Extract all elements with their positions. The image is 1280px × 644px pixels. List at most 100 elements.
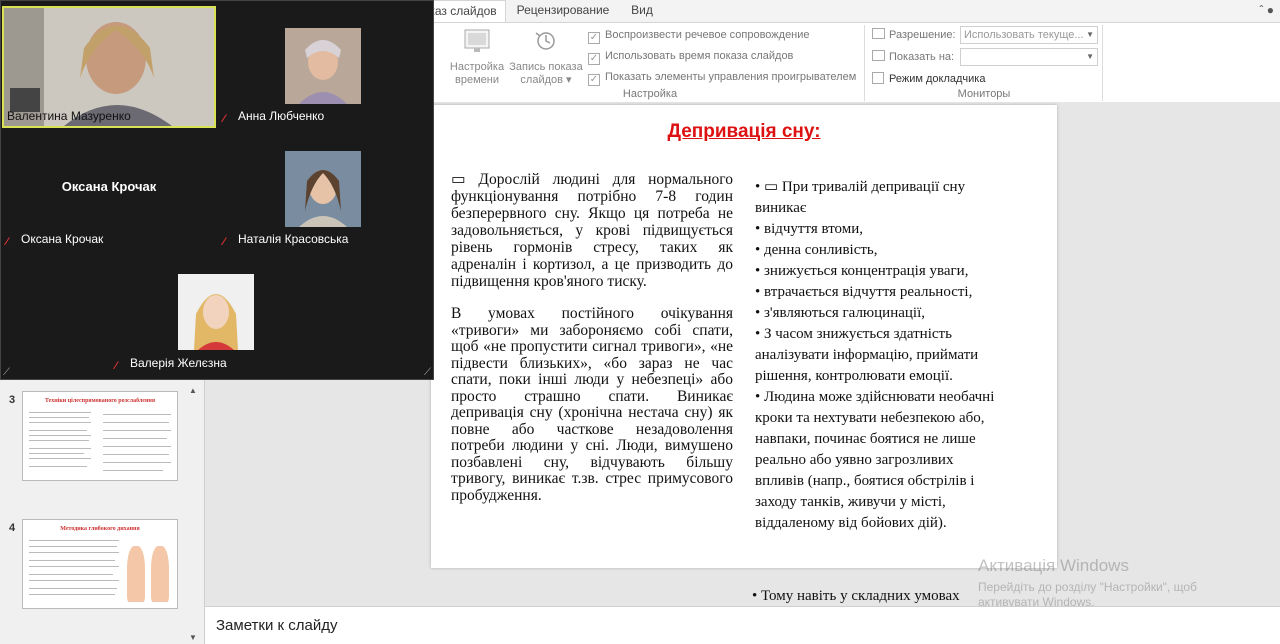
slide-right-line: • з'являються галюцинації,	[755, 305, 925, 321]
participant-avatar	[178, 274, 254, 350]
checkbox-box[interactable]	[872, 72, 884, 84]
record-slideshow-button[interactable]: Запись показа слайдов ▾	[508, 27, 584, 87]
notes-pane[interactable]: Заметки к слайду	[205, 606, 1280, 644]
participant-name: Анна Любченко	[238, 109, 325, 123]
checkbox-box[interactable]: ✓	[588, 32, 600, 44]
resize-handle-icon[interactable]: ⟋	[424, 367, 431, 378]
record-label-2: слайдов ▾	[520, 74, 572, 86]
show-on-dropdown[interactable]: ▼	[960, 48, 1098, 66]
checkbox-play-narrations[interactable]: ✓ Воспроизвести речевое сопровождение	[588, 26, 810, 44]
thumbnail-pane[interactable]: 3 Техніки цілеспрямованого розслаблення …	[0, 380, 205, 644]
participant-avatar	[285, 151, 361, 227]
thumbnail-number: 4	[9, 522, 16, 534]
thumbnail-text-line	[103, 414, 171, 415]
checkbox-box[interactable]: ✓	[588, 53, 600, 65]
thumbnail-scrollbar[interactable]: ▲ ▼	[187, 386, 201, 642]
participant-name: Валентина Мазуренко	[7, 109, 131, 123]
slide-right-line: • ▭ При тривалій депривації сну	[755, 179, 966, 195]
participant-avatar	[285, 28, 361, 104]
left-paragraph-2: В умовах постійного очікування «тривоги»…	[451, 305, 733, 504]
video-tile-anna[interactable]: ⁄ Анна Любченко	[219, 6, 433, 128]
slide-right-line: навпаки, починає боятися не лише	[755, 431, 976, 447]
checkbox-presenter-view[interactable]: Режим докладчика	[872, 69, 985, 89]
left-paragraph-1-text: Дорослій людині для нормального функціон…	[451, 171, 733, 290]
resize-handle-icon[interactable]: ⟋	[3, 367, 10, 378]
checkbox-label: Воспроизвести речевое сопровождение	[605, 29, 810, 41]
thumbnail-text-line	[29, 552, 119, 553]
thumbnail-text-line	[29, 440, 89, 441]
thumbnail-text-line	[103, 462, 171, 463]
thumbnail-text-line	[29, 448, 91, 449]
thumbnail-slide-4[interactable]: Методика глибокого дихання	[22, 519, 178, 609]
checkbox-show-media-controls[interactable]: ✓ Показать элементы управления проигрыват…	[588, 68, 856, 86]
slide-right-line: виникає	[755, 200, 807, 216]
slide-right-line: • відчуття втоми,	[755, 221, 864, 237]
ribbon-window-controls[interactable]: ˆ ●	[1259, 3, 1274, 17]
video-tile-valeria[interactable]: ⁄ Валерія Желєзна	[111, 255, 325, 375]
checkbox-box[interactable]: ✓	[588, 74, 600, 86]
ribbon-separator	[864, 25, 865, 101]
group-label-monitors: Мониторы	[957, 88, 1011, 100]
thumbnail-number: 3	[9, 394, 16, 406]
thumbnail-figure	[127, 546, 145, 602]
slide-left-column[interactable]: ▭ Дорослій людині для нормального функці…	[451, 171, 733, 504]
video-tile-oksana[interactable]: Оксана Крочак ⁄ Оксана Крочак	[2, 131, 216, 251]
thumbnail-slide-3[interactable]: Техніки цілеспрямованого розслаблення	[22, 391, 178, 481]
chevron-down-icon: ▼	[1086, 52, 1094, 61]
slide-right-line: рішення, контролювати емоції.	[755, 368, 953, 384]
thumbnail-text-line	[29, 466, 87, 467]
tab-review[interactable]: Рецензирование	[508, 0, 618, 22]
monitor-icon	[872, 50, 885, 61]
thumbnail-text-line	[29, 574, 113, 575]
slide-right-line: впливів (напр., боятися обстрілів і	[755, 473, 975, 489]
thumbnail-text-line	[29, 422, 91, 423]
record-label-1: Запись показа	[509, 61, 583, 73]
slide-right-line: аналізувати інформацію, приймати	[755, 347, 979, 363]
thumbnail-text-line	[103, 430, 171, 431]
slide-right-line: віддаленому від бойових дій).	[755, 515, 947, 531]
thumbnail-text-line	[29, 430, 87, 431]
thumbnail-text-line	[103, 438, 167, 439]
slide-right-line: • знижується концентрація уваги,	[755, 263, 969, 279]
record-slideshow-icon	[535, 32, 555, 50]
slide-right-column[interactable]: • ▭ При тривалій депривації сну виникає …	[755, 177, 1055, 534]
ribbon-separator	[1102, 25, 1103, 101]
scroll-up-icon[interactable]: ▲	[189, 386, 197, 395]
show-on-row: Показать на:	[872, 47, 954, 67]
thumbnail-text-line	[103, 454, 169, 455]
tab-view[interactable]: Вид	[620, 0, 664, 22]
video-tile-valentyna[interactable]: Валентина Мазуренко	[2, 6, 216, 128]
thumbnail-text-line	[29, 588, 117, 589]
participant-name: Валерія Желєзна	[130, 356, 227, 370]
checkbox-label: Показать элементы управления проигрывате…	[605, 71, 857, 83]
show-on-label: Показать на:	[889, 51, 955, 63]
participant-name: Наталія Красовська	[238, 232, 349, 246]
notes-placeholder[interactable]: Заметки к слайду	[216, 617, 338, 634]
slide-right-line: • денна сонливість,	[755, 242, 878, 258]
thumbnail-text-line	[29, 540, 119, 541]
thumbnail-text-line	[29, 453, 84, 454]
participant-display-name: Оксана Крочак	[61, 179, 157, 194]
slide-right-line: заходу танків, живучи у місті,	[755, 494, 946, 510]
resolution-icon	[872, 28, 885, 39]
video-tile-natalia[interactable]: ⁄ Наталія Красовська	[219, 131, 433, 251]
current-slide[interactable]: Депривація сну: ▭ Дорослій людині для но…	[431, 105, 1057, 568]
checkbox-label: Использовать время показа слайдов	[605, 50, 794, 62]
thumbnail-text-line	[29, 560, 115, 561]
thumbnail-text-line	[29, 594, 115, 595]
checkbox-use-timings[interactable]: ✓ Использовать время показа слайдов	[588, 47, 793, 65]
participant-name: Оксана Крочак	[21, 232, 104, 246]
resolution-value: Использовать текуще...	[964, 29, 1084, 41]
rehearse-timings-button[interactable]: Настройка времени	[448, 27, 506, 87]
resolution-dropdown[interactable]: Использовать текуще... ▼	[960, 26, 1098, 44]
watermark-title: Активація Windows	[978, 556, 1129, 575]
mic-muted-icon: ⁄	[223, 236, 225, 248]
video-conference-panel[interactable]: Валентина Мазуренко ⁄ Анна Любченко Оксан…	[0, 0, 434, 380]
thumbnail-text-line	[29, 546, 117, 547]
thumbnail-text-line	[29, 412, 91, 413]
slide-right-line: кроки та нехтувати небезпекою або,	[755, 410, 985, 426]
group-label-setup: Настройка	[622, 88, 678, 100]
slide-title[interactable]: Депривація сну:	[431, 121, 1057, 143]
rehearse-label-2: времени	[455, 74, 499, 86]
scroll-down-icon[interactable]: ▼	[189, 633, 197, 642]
